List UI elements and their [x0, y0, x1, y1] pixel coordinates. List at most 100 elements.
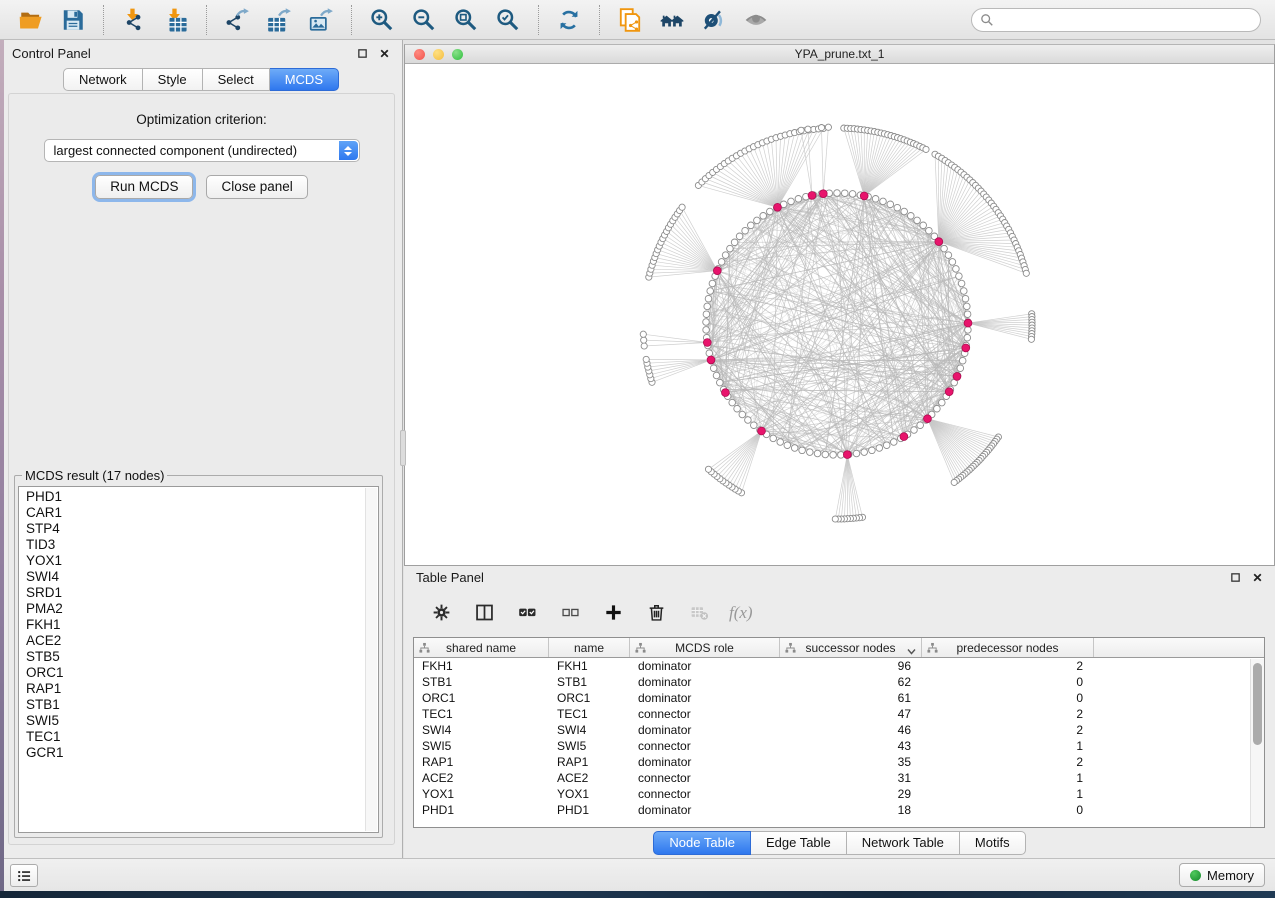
- tab-edge-table[interactable]: Edge Table: [751, 831, 847, 855]
- table-scrollbar-thumb[interactable]: [1253, 663, 1262, 745]
- table-row[interactable]: PHD1PHD1dominator180: [414, 802, 1264, 818]
- result-node[interactable]: SWI5: [26, 713, 378, 729]
- cytoscape-window: Control Panel NetworkStyleSelectMCDS Opt…: [0, 0, 1275, 891]
- result-node[interactable]: TEC1: [26, 729, 378, 745]
- column-header-name[interactable]: name: [549, 638, 630, 657]
- table-cell: dominator: [630, 691, 780, 705]
- result-node[interactable]: ACE2: [26, 633, 378, 649]
- table-row[interactable]: SWI5SWI5connector431: [414, 738, 1264, 754]
- result-node[interactable]: TID3: [26, 537, 378, 553]
- tab-node-table[interactable]: Node Table: [653, 831, 751, 855]
- search-input[interactable]: [994, 11, 1260, 29]
- column-header-shared-name[interactable]: shared name: [414, 638, 549, 657]
- zoom-out-icon[interactable]: [406, 4, 442, 36]
- network-view-titlebar[interactable]: YPA_prune.txt_1: [405, 45, 1274, 64]
- refresh-view-icon[interactable]: [551, 4, 587, 36]
- network-graph[interactable]: [405, 64, 1274, 565]
- result-node[interactable]: STB1: [26, 697, 378, 713]
- main-toolbar: [0, 0, 1275, 40]
- table-row[interactable]: ORC1ORC1dominator610: [414, 690, 1264, 706]
- run-mcds-button[interactable]: Run MCDS: [95, 175, 193, 199]
- tab-network-table[interactable]: Network Table: [847, 831, 960, 855]
- criterion-value: largest connected component (undirected): [54, 143, 298, 158]
- criterion-select[interactable]: largest connected component (undirected): [44, 139, 360, 162]
- table-row[interactable]: ACE2ACE2connector311: [414, 770, 1264, 786]
- column-header-successor-nodes[interactable]: successor nodes: [780, 638, 922, 657]
- network-canvas[interactable]: [405, 64, 1274, 565]
- open-file-icon[interactable]: [13, 4, 49, 36]
- export-image-icon[interactable]: [303, 4, 339, 36]
- table-row[interactable]: YOX1YOX1connector291: [414, 786, 1264, 802]
- network-from-file-icon[interactable]: [612, 4, 648, 36]
- result-node[interactable]: ORC1: [26, 665, 378, 681]
- table-cell: SWI5: [549, 739, 630, 753]
- table-cell: YOX1: [549, 787, 630, 801]
- task-history-button[interactable]: [10, 864, 38, 887]
- result-node[interactable]: SRD1: [26, 585, 378, 601]
- table-row[interactable]: RAP1RAP1dominator352: [414, 754, 1264, 770]
- table-cell: 31: [780, 771, 922, 785]
- tab-motifs[interactable]: Motifs: [960, 831, 1026, 855]
- toggle-preview-icon[interactable]: [738, 4, 774, 36]
- result-node[interactable]: YOX1: [26, 553, 378, 569]
- delete-row-icon[interactable]: [643, 600, 669, 626]
- import-network-icon[interactable]: [116, 4, 152, 36]
- list-scrollbar[interactable]: [365, 488, 377, 831]
- search-field[interactable]: [971, 8, 1261, 32]
- select-all-icon[interactable]: [514, 600, 540, 626]
- tab-style[interactable]: Style: [143, 68, 203, 91]
- tab-mcds[interactable]: MCDS: [270, 68, 339, 91]
- window-close-icon[interactable]: [414, 49, 425, 60]
- result-node[interactable]: FKH1: [26, 617, 378, 633]
- table-settings-icon[interactable]: [428, 600, 454, 626]
- table-row[interactable]: FKH1FKH1dominator962: [414, 658, 1264, 674]
- export-network-icon[interactable]: [219, 4, 255, 36]
- result-node[interactable]: GCR1: [26, 745, 378, 761]
- close-panel-button[interactable]: Close panel: [206, 175, 307, 199]
- tab-network[interactable]: Network: [63, 68, 143, 91]
- deselect-all-icon[interactable]: [557, 600, 583, 626]
- table-row[interactable]: TEC1TEC1connector472: [414, 706, 1264, 722]
- hide-details-icon[interactable]: [696, 4, 732, 36]
- table-cell: connector: [630, 739, 780, 753]
- export-table-icon[interactable]: [261, 4, 297, 36]
- close-panel-icon[interactable]: [379, 48, 390, 59]
- mcds-result-list[interactable]: PHD1CAR1STP4TID3YOX1SWI4SRD1PMA2FKH1ACE2…: [18, 486, 379, 833]
- float-panel-icon[interactable]: [357, 48, 368, 59]
- table-cell: 1: [922, 771, 1094, 785]
- save-session-icon[interactable]: [55, 4, 91, 36]
- zoom-selected-icon[interactable]: [490, 4, 526, 36]
- table-row[interactable]: STB1STB1dominator620: [414, 674, 1264, 690]
- result-node[interactable]: RAP1: [26, 681, 378, 697]
- table-cell: 2: [922, 707, 1094, 721]
- memory-button[interactable]: Memory: [1179, 863, 1265, 887]
- column-header-MCDS-role[interactable]: MCDS role: [630, 638, 780, 657]
- result-node[interactable]: STB5: [26, 649, 378, 665]
- tab-select[interactable]: Select: [203, 68, 270, 91]
- add-row-icon[interactable]: [600, 600, 626, 626]
- window-minimize-icon[interactable]: [433, 49, 444, 60]
- result-node[interactable]: CAR1: [26, 505, 378, 521]
- first-neighbors-icon[interactable]: [654, 4, 690, 36]
- table-row[interactable]: SWI4SWI4dominator462: [414, 722, 1264, 738]
- table-cell: FKH1: [549, 659, 630, 673]
- zoom-in-icon[interactable]: [364, 4, 400, 36]
- close-table-panel-icon[interactable]: [1252, 572, 1263, 583]
- splitpane-grip[interactable]: [400, 430, 406, 466]
- column-header-predecessor-nodes[interactable]: predecessor nodes: [922, 638, 1094, 657]
- table-scrollbar[interactable]: [1250, 659, 1264, 827]
- float-table-panel-icon[interactable]: [1230, 572, 1241, 583]
- result-node[interactable]: STP4: [26, 521, 378, 537]
- result-node[interactable]: SWI4: [26, 569, 378, 585]
- import-table-icon[interactable]: [158, 4, 194, 36]
- toolbar-separator: [206, 5, 207, 35]
- result-node[interactable]: PMA2: [26, 601, 378, 617]
- result-node[interactable]: PHD1: [26, 489, 378, 505]
- zoom-fit-icon[interactable]: [448, 4, 484, 36]
- window-maximize-icon[interactable]: [452, 49, 463, 60]
- toolbar-separator: [538, 5, 539, 35]
- table-cell: 46: [780, 723, 922, 737]
- toolbar-separator: [599, 5, 600, 35]
- memory-status-icon: [1190, 870, 1201, 881]
- column-visibility-icon[interactable]: [471, 600, 497, 626]
